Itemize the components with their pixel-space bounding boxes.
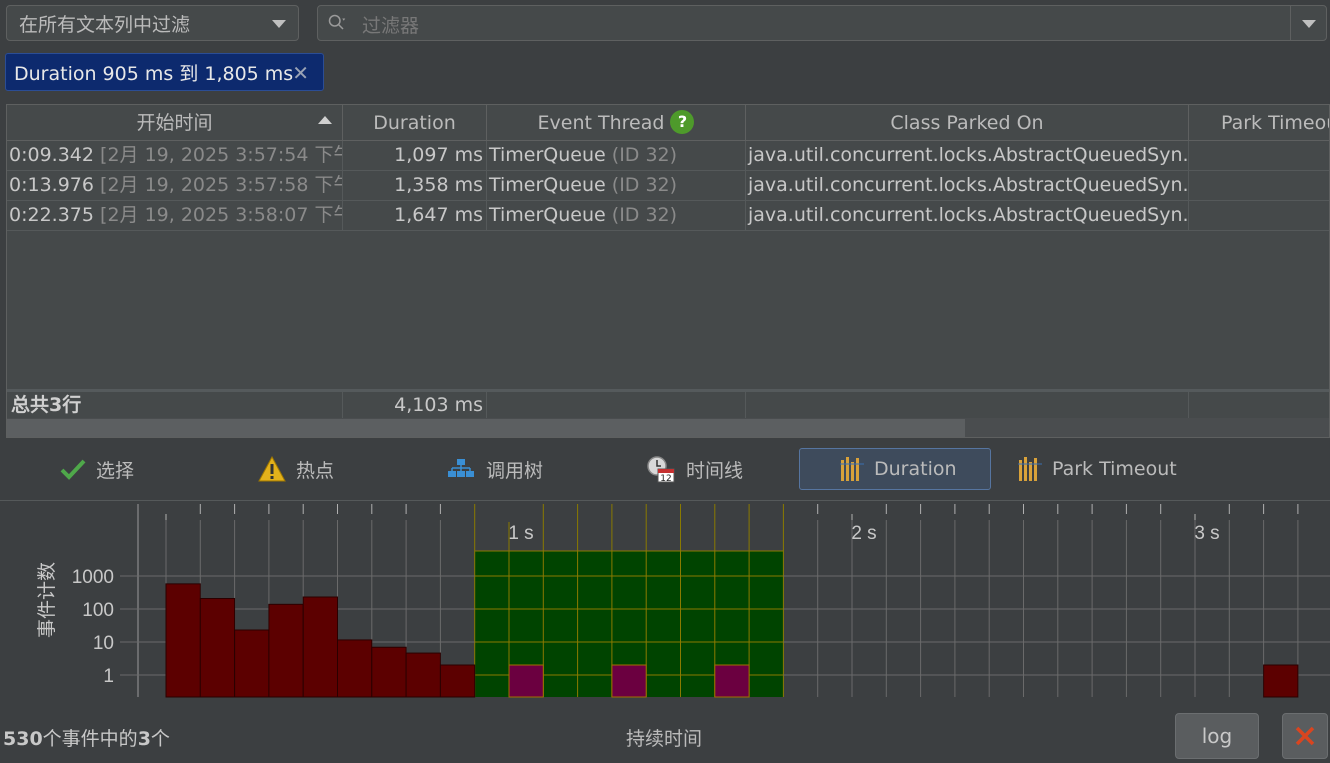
- column-header-start-time[interactable]: 开始时间: [7, 105, 343, 141]
- table-total-row: 总共3行 4,103 ms: [7, 389, 1329, 418]
- cell-start-time: 0:22.375 [2月 19, 2025 3:58:07 下午]: [7, 201, 343, 230]
- check-icon: [60, 458, 86, 480]
- y-tick-label: 10: [93, 633, 114, 654]
- table-cell: [746, 392, 1189, 418]
- cell-event-thread: TimerQueue (ID 32): [487, 141, 746, 170]
- y-tick-label: 100: [82, 600, 114, 621]
- help-icon[interactable]: ?: [670, 110, 695, 134]
- scrollbar-thumb[interactable]: [7, 419, 965, 437]
- tab-hotspots[interactable]: 热点: [258, 448, 334, 490]
- scope-select-value: 在所有文本列中过滤: [19, 13, 191, 36]
- histogram-bar: [371, 646, 407, 698]
- close-icon: [1295, 726, 1315, 746]
- tree-icon: [446, 457, 476, 481]
- y-tick-label: 1000: [72, 567, 114, 588]
- column-header-park-timeout[interactable]: Park Timeou: [1189, 105, 1329, 141]
- table-row[interactable]: 0:22.375 [2月 19, 2025 3:58:07 下午] 1,647 m…: [7, 201, 1329, 231]
- histogram-bar: [337, 639, 373, 698]
- x-axis-label: 持续时间: [626, 728, 703, 750]
- duration-histogram[interactable]: 1000 100 10 1 1 s 2 s 3 s 事件计数: [0, 500, 1330, 705]
- y-tick-label: 1: [103, 666, 114, 687]
- search-history-dropdown[interactable]: [1302, 20, 1316, 28]
- histogram-bar: [234, 629, 270, 698]
- cell-event-thread: TimerQueue (ID 32): [487, 201, 746, 230]
- x-tick-label: 1 s: [508, 523, 533, 544]
- divider: [1290, 6, 1291, 40]
- table-header: 开始时间 Duration Event Thread? Class Parked…: [7, 105, 1329, 141]
- histogram-bar: [611, 664, 647, 698]
- events-table: 开始时间 Duration Event Thread? Class Parked…: [6, 104, 1330, 438]
- table-empty-row: [7, 321, 1329, 351]
- tab-duration[interactable]: Duration: [799, 448, 991, 490]
- search-input[interactable]: 过滤器: [317, 5, 1327, 41]
- search-icon: [328, 14, 346, 30]
- table-row[interactable]: 0:09.342 [2月 19, 2025 3:57:54 下午] 1,097 m…: [7, 141, 1329, 171]
- tab-selection[interactable]: 选择: [60, 448, 134, 490]
- total-label: 总共3行: [7, 392, 343, 418]
- cell-park-timeout: [1189, 171, 1329, 200]
- column-header-event-thread[interactable]: Event Thread?: [487, 105, 746, 141]
- column-header-duration[interactable]: Duration: [343, 105, 487, 141]
- x-tick-label: 2 s: [851, 523, 876, 544]
- histogram-bar: [508, 664, 544, 698]
- cell-park-timeout: [1189, 141, 1329, 170]
- cell-duration: 1,097 ms: [343, 141, 487, 170]
- cell-start-time: 0:13.976 [2月 19, 2025 3:57:58 下午]: [7, 171, 343, 200]
- table-empty-row: [7, 231, 1329, 261]
- clear-selection-button[interactable]: [1282, 713, 1328, 759]
- cell-class-parked-on: java.util.concurrent.locks.AbstractQueue…: [746, 141, 1189, 170]
- tab-call-tree[interactable]: 调用树: [446, 448, 543, 490]
- column-header-class-parked-on[interactable]: Class Parked On: [746, 105, 1189, 141]
- text-column-filter-select[interactable]: 在所有文本列中过滤: [6, 5, 299, 41]
- event-count-summary: 530个事件中的3个: [3, 728, 170, 750]
- clock-calendar-icon: 12: [646, 455, 676, 483]
- cell-duration: 1,358 ms: [343, 171, 487, 200]
- x-tick-label: 3 s: [1194, 523, 1219, 544]
- chevron-down-icon: [272, 20, 286, 28]
- table-empty-row: [7, 291, 1329, 321]
- warning-icon: [258, 456, 286, 482]
- table-empty-row: [7, 351, 1329, 381]
- histogram-bar: [199, 598, 236, 698]
- cell-start-time: 0:09.342 [2月 19, 2025 3:57:54 下午]: [7, 141, 343, 170]
- histogram-icon: [1018, 456, 1042, 482]
- filter-chip[interactable]: Duration 905 ms 到 1,805 ms ✕: [5, 53, 324, 91]
- svg-text:12: 12: [660, 474, 671, 483]
- histogram-icon: [840, 456, 864, 482]
- histogram-bar: [405, 652, 441, 698]
- histogram-bar: [439, 664, 476, 698]
- filter-chip-label: Duration 905 ms 到 1,805 ms: [14, 62, 294, 85]
- table-cell: [487, 392, 746, 418]
- histogram-bar: [302, 596, 339, 698]
- histogram-bar: [714, 664, 750, 698]
- cell-event-thread: TimerQueue (ID 32): [487, 171, 746, 200]
- cell-duration: 1,647 ms: [343, 201, 487, 230]
- total-duration: 4,103 ms: [343, 392, 487, 418]
- sort-ascending-icon: [318, 116, 332, 124]
- cell-class-parked-on: java.util.concurrent.locks.AbstractQueue…: [746, 171, 1189, 200]
- close-icon[interactable]: ✕: [292, 61, 309, 85]
- log-scale-toggle-button[interactable]: log: [1175, 713, 1259, 759]
- tab-park-timeout[interactable]: Park Timeout: [1018, 448, 1177, 490]
- cell-park-timeout: [1189, 201, 1329, 230]
- cell-class-parked-on: java.util.concurrent.locks.AbstractQueue…: [746, 201, 1189, 230]
- histogram-bar: [165, 583, 201, 698]
- table-empty-row: [7, 261, 1329, 291]
- search-placeholder: 过滤器: [362, 15, 420, 37]
- tab-timeline[interactable]: 12 时间线: [646, 448, 743, 490]
- histogram-bar: [268, 603, 304, 698]
- histogram-bar: [1263, 664, 1299, 698]
- y-axis-label: 事件计数: [36, 562, 58, 638]
- table-row[interactable]: 0:13.976 [2月 19, 2025 3:57:58 下午] 1,358 m…: [7, 171, 1329, 201]
- horizontal-scrollbar[interactable]: [7, 418, 1329, 437]
